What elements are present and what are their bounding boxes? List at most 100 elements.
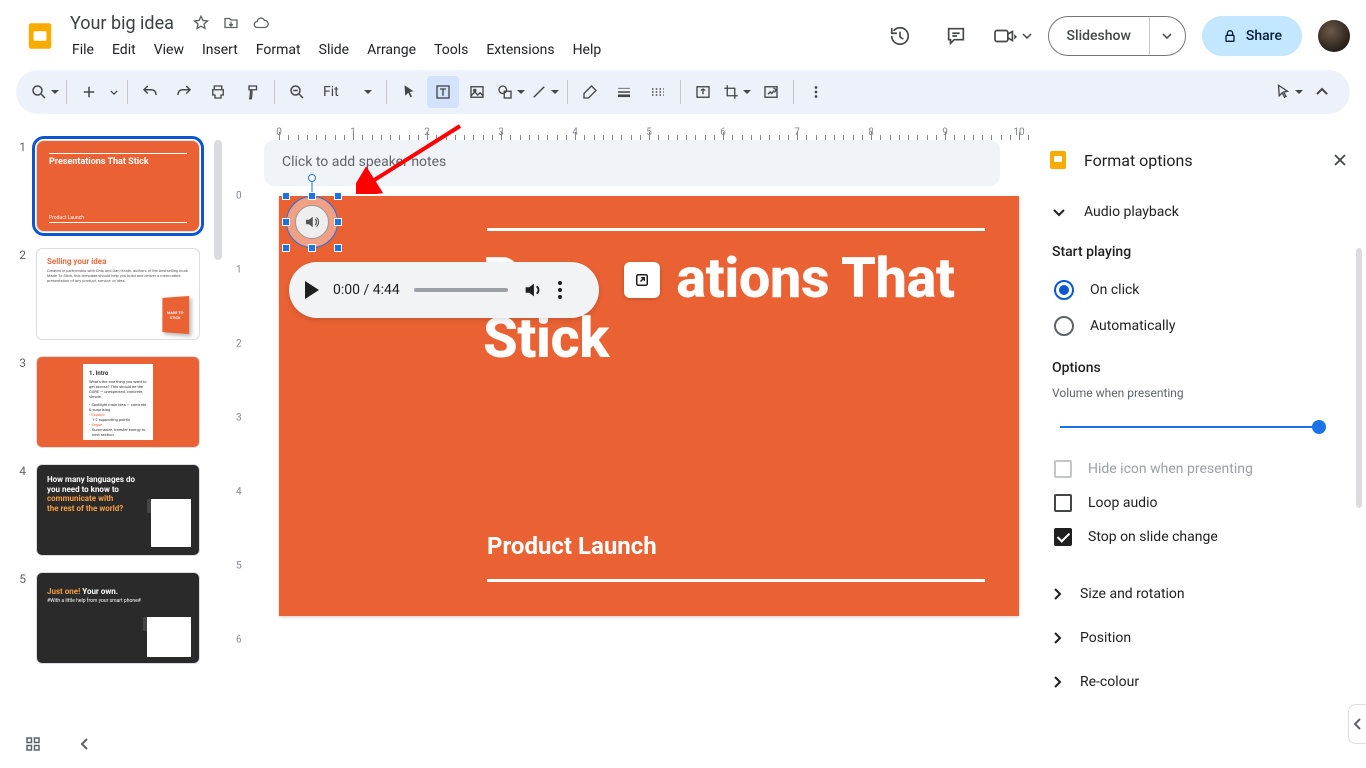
- hide-menus-button[interactable]: [1306, 76, 1338, 108]
- popout-button[interactable]: [624, 262, 660, 298]
- chevron-down-icon: [1052, 207, 1066, 217]
- slide-thumb-2[interactable]: Selling your idea Created in partnership…: [36, 248, 200, 340]
- menu-edit[interactable]: Edit: [104, 38, 144, 62]
- close-panel-button[interactable]: [1332, 152, 1348, 168]
- section-audio-playback[interactable]: Audio playback: [1042, 190, 1358, 234]
- filmstrip: 1 Presentations That Stick Product Launc…: [0, 120, 224, 768]
- resize-handle[interactable]: [282, 192, 290, 200]
- border-color-button[interactable]: [574, 76, 606, 108]
- resize-handle[interactable]: [308, 244, 316, 252]
- insert-image-button[interactable]: [461, 76, 493, 108]
- sidepanel-scrollbar[interactable]: [1356, 248, 1362, 508]
- print-button[interactable]: [202, 76, 234, 108]
- text-box-button[interactable]: [427, 76, 459, 108]
- account-avatar[interactable]: [1318, 20, 1350, 52]
- audio-more-button[interactable]: [558, 281, 562, 299]
- border-weight-button[interactable]: [608, 76, 640, 108]
- new-slide-dropdown[interactable]: [107, 76, 121, 108]
- comments-icon[interactable]: [936, 16, 976, 56]
- pointer-mode-button[interactable]: [1272, 76, 1304, 108]
- volume-slider[interactable]: [1060, 418, 1320, 436]
- thumb-number: 4: [14, 464, 26, 556]
- format-options-panel: Format options Audio playback Start play…: [1030, 120, 1366, 768]
- checkbox-stop-on-change[interactable]: Stop on slide change: [1052, 520, 1348, 554]
- menu-arrange[interactable]: Arrange: [359, 38, 424, 62]
- more-button[interactable]: [800, 76, 832, 108]
- resize-handle[interactable]: [308, 192, 316, 200]
- thumb-number: 5: [14, 572, 26, 664]
- resize-handle[interactable]: [334, 192, 342, 200]
- slide-thumb-1[interactable]: Presentations That Stick Product Launch: [36, 140, 200, 232]
- menu-slide[interactable]: Slide: [311, 38, 357, 62]
- grid-view-icon[interactable]: [24, 735, 42, 753]
- slideshow-dropdown[interactable]: [1149, 17, 1185, 55]
- panel-title: Format options: [1084, 151, 1318, 170]
- redo-button[interactable]: [168, 76, 200, 108]
- play-button[interactable]: [305, 281, 319, 299]
- share-button[interactable]: Share: [1202, 16, 1302, 56]
- collapse-sidepanel-button[interactable]: [1348, 704, 1366, 744]
- checkbox-icon: [1054, 494, 1072, 512]
- menu-format[interactable]: Format: [248, 38, 309, 62]
- select-tool-button[interactable]: [393, 76, 425, 108]
- border-dash-button[interactable]: [642, 76, 674, 108]
- radio-on-click[interactable]: On click: [1052, 272, 1348, 308]
- speaker-icon: [295, 205, 329, 239]
- section-position[interactable]: Position: [1042, 616, 1358, 660]
- audio-player: 0:00 / 4:44: [289, 262, 599, 318]
- rotate-handle[interactable]: [308, 174, 316, 182]
- thumb-number: 3: [14, 356, 26, 448]
- chevron-left-icon[interactable]: [78, 737, 92, 751]
- checkbox-loop-audio[interactable]: Loop audio: [1052, 486, 1348, 520]
- section-recolour[interactable]: Re-colour: [1042, 660, 1358, 704]
- reset-image-button[interactable]: [755, 76, 787, 108]
- slide-subtitle[interactable]: Product Launch: [487, 532, 657, 560]
- slide-thumb-4[interactable]: How many languages do you need to know t…: [36, 464, 200, 556]
- zoom-out-button[interactable]: [281, 76, 313, 108]
- resize-handle[interactable]: [334, 244, 342, 252]
- audio-object[interactable]: [286, 196, 338, 248]
- undo-button[interactable]: [134, 76, 166, 108]
- resize-handle[interactable]: [334, 218, 342, 226]
- search-menu-button[interactable]: [28, 76, 60, 108]
- speaker-notes[interactable]: Click to add speaker notes: [264, 140, 1000, 186]
- radio-icon: [1054, 316, 1074, 336]
- shape-button[interactable]: [495, 76, 527, 108]
- history-icon[interactable]: [880, 16, 920, 56]
- section-size-rotation[interactable]: Size and rotation: [1042, 572, 1358, 616]
- slide-thumb-3[interactable]: 1. IntroWhat's the one thing you want to…: [36, 356, 200, 448]
- menu-tools[interactable]: Tools: [426, 38, 476, 62]
- slide-thumb-5[interactable]: Just one! Your own. #With a little help …: [36, 572, 200, 664]
- meet-icon[interactable]: [992, 16, 1032, 56]
- move-icon[interactable]: [222, 14, 240, 32]
- menu-extensions[interactable]: Extensions: [478, 38, 562, 62]
- chevron-right-icon: [1052, 675, 1062, 689]
- slideshow-button[interactable]: Slideshow: [1049, 17, 1149, 55]
- replace-image-button[interactable]: [687, 76, 719, 108]
- menu-insert[interactable]: Insert: [194, 38, 246, 62]
- slide-canvas[interactable]: Presentations ThatStick Product Launch: [279, 196, 1019, 616]
- checkbox-icon: [1054, 528, 1072, 546]
- new-slide-button[interactable]: [73, 76, 105, 108]
- volume-icon[interactable]: [522, 279, 544, 301]
- thumb-number: 1: [14, 140, 26, 232]
- options-label: Options: [1052, 344, 1348, 380]
- line-button[interactable]: [529, 76, 561, 108]
- zoom-level-dropdown[interactable]: Fit: [315, 76, 380, 108]
- filmstrip-scrollbar[interactable]: [214, 140, 222, 260]
- paint-format-button[interactable]: [236, 76, 268, 108]
- audio-seek-bar[interactable]: [414, 288, 508, 292]
- menu-view[interactable]: View: [146, 38, 192, 62]
- resize-handle[interactable]: [282, 218, 290, 226]
- menu-file[interactable]: File: [64, 38, 102, 62]
- resize-handle[interactable]: [282, 244, 290, 252]
- doc-title[interactable]: Your big idea: [64, 11, 180, 36]
- radio-automatically[interactable]: Automatically: [1052, 308, 1348, 344]
- star-icon[interactable]: [192, 14, 210, 32]
- menu-help[interactable]: Help: [565, 38, 610, 62]
- canvas-area[interactable]: 012345678910 0123456 Presentations ThatS…: [224, 120, 1030, 768]
- menubar: File Edit View Insert Format Slide Arran…: [64, 38, 880, 62]
- slides-logo[interactable]: [16, 20, 64, 52]
- crop-button[interactable]: [721, 76, 753, 108]
- cloud-icon[interactable]: [252, 14, 270, 32]
